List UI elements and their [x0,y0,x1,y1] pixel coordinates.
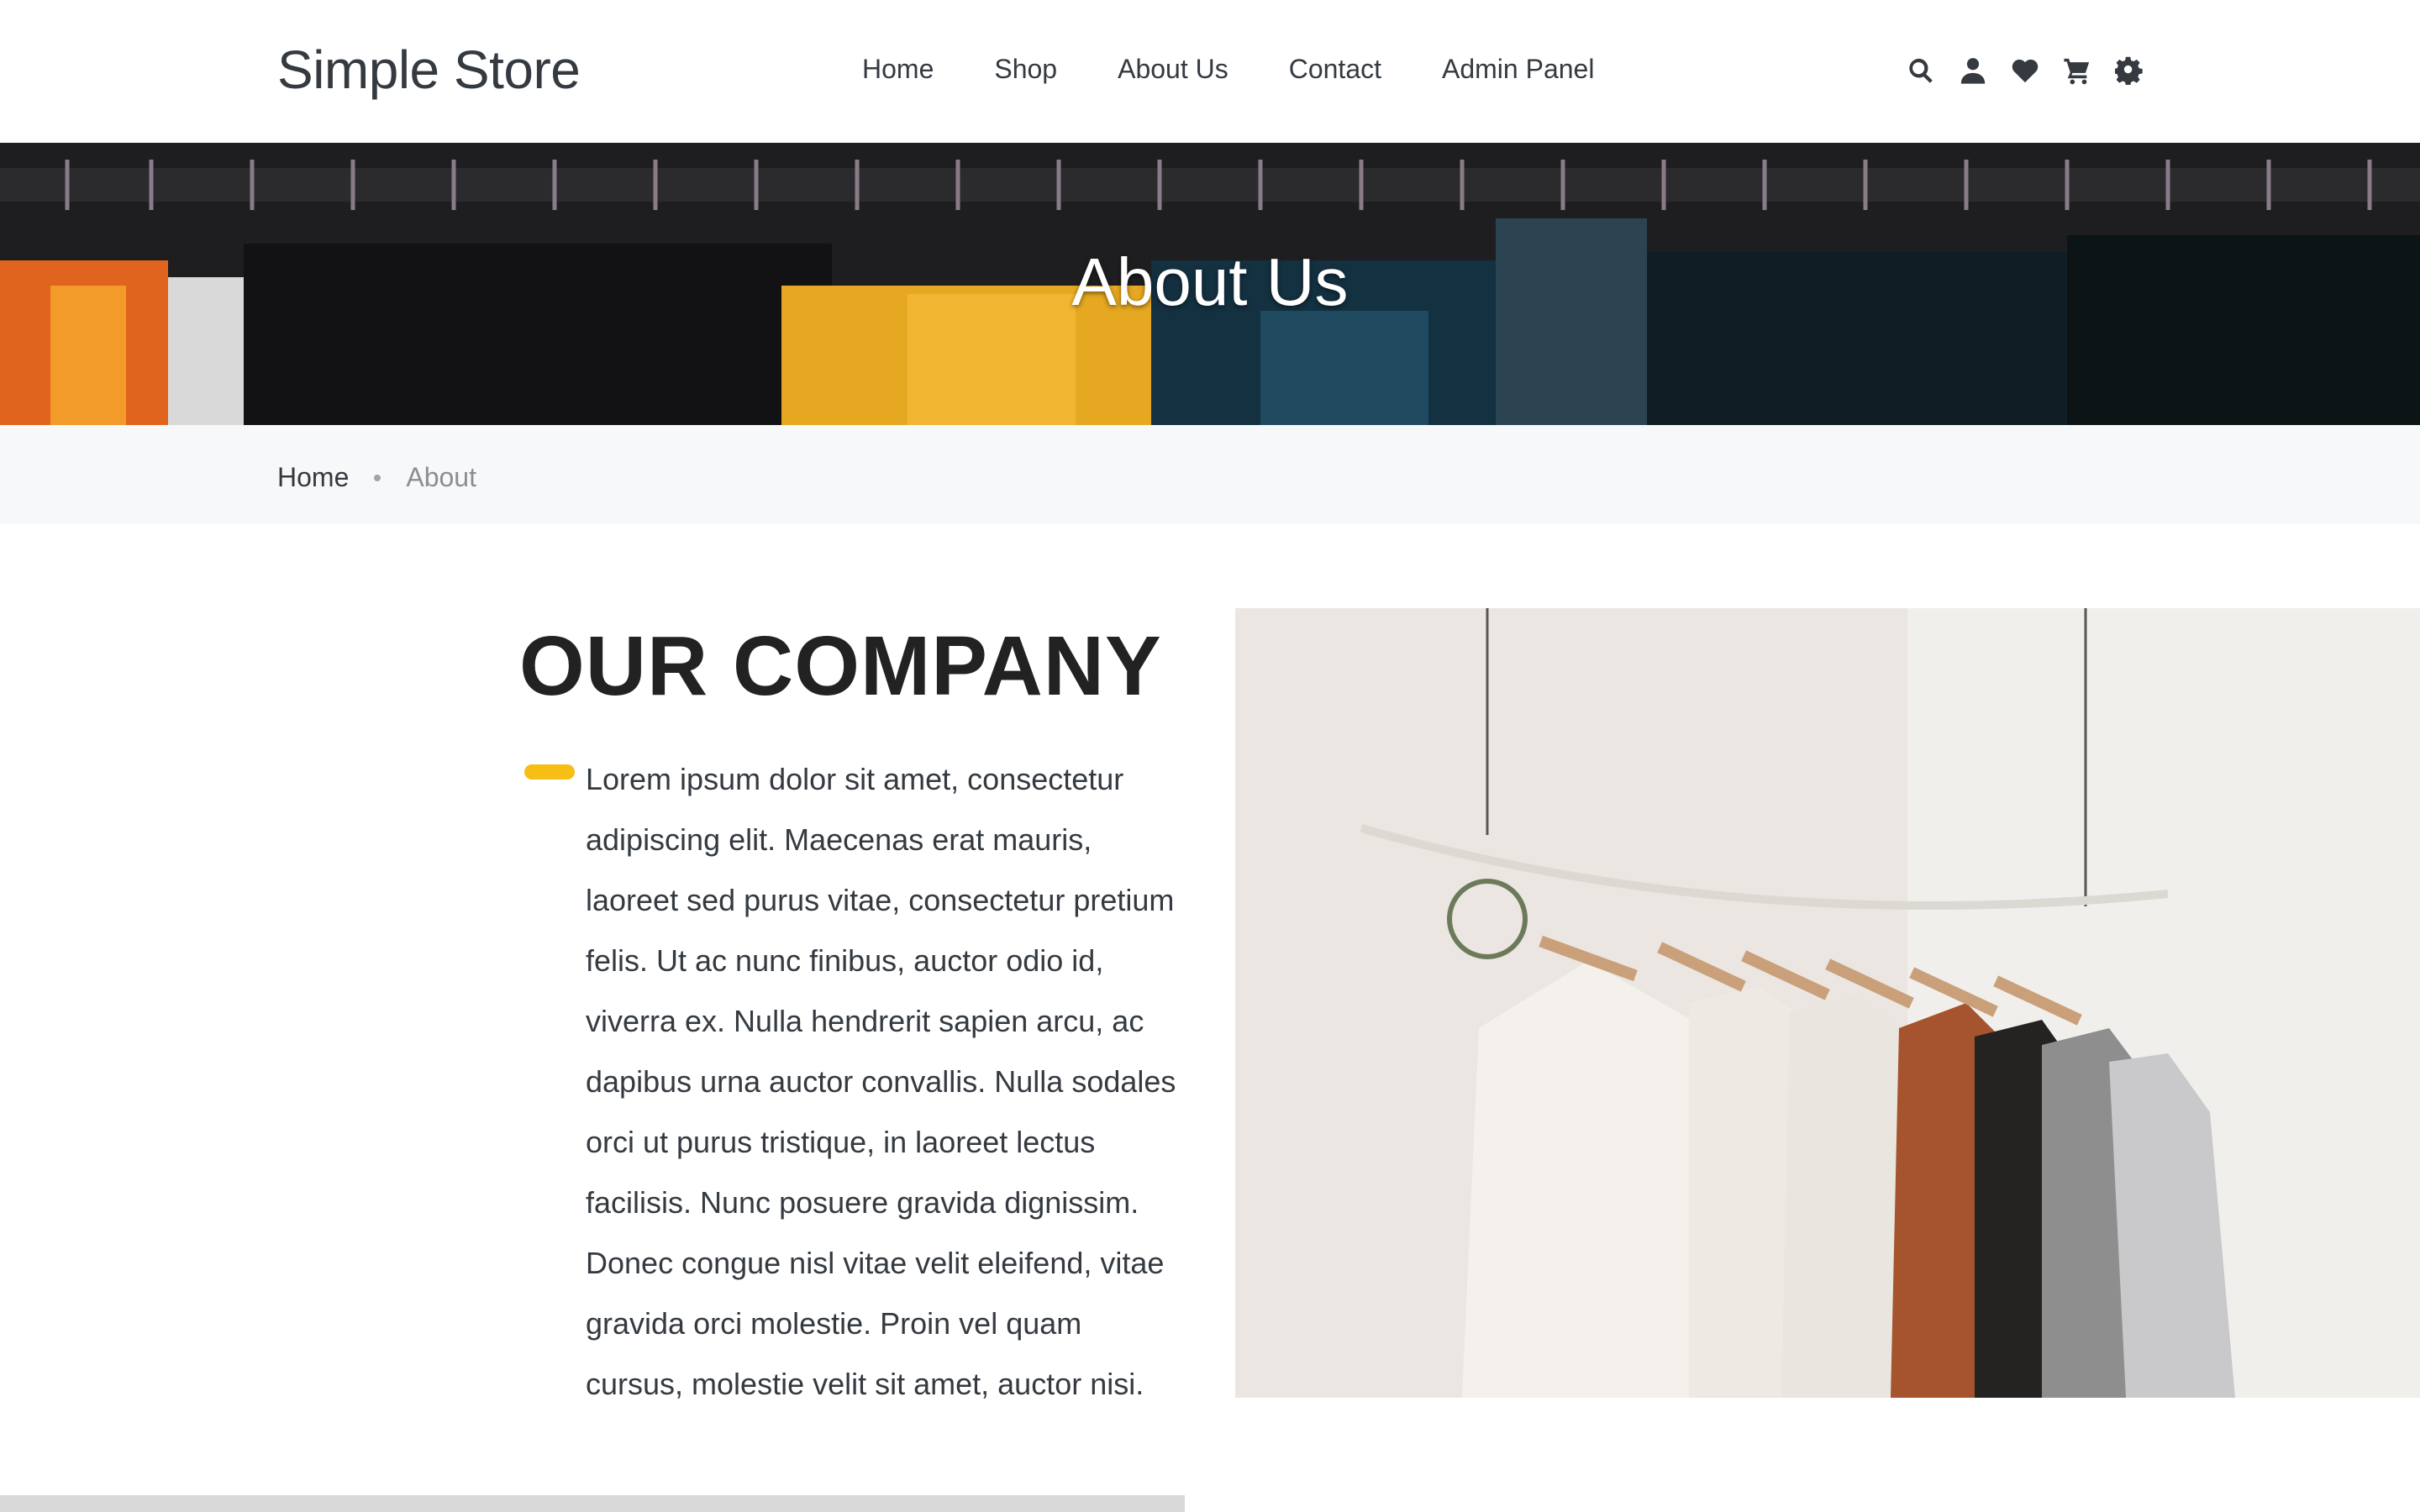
breadcrumb-home[interactable]: Home [277,462,349,493]
page-title: About Us [1071,244,1349,319]
search-icon[interactable] [1906,55,1936,86]
company-description: Lorem ipsum dolor sit amet, consectetur … [586,762,1176,1401]
cart-icon[interactable] [2062,55,2092,86]
clothes-hanger-photo [1235,608,2420,1398]
main-nav: Home Shop About Us Contact Admin Panel [862,54,1594,85]
nav-admin-panel[interactable]: Admin Panel [1442,54,1594,85]
accent-bar [524,764,575,780]
nav-about-us[interactable]: About Us [1118,54,1228,85]
nav-home[interactable]: Home [862,54,934,85]
gear-icon[interactable] [2114,55,2144,86]
company-heading: OUR COMPANY [519,619,1162,713]
nav-contact[interactable]: Contact [1289,54,1381,85]
user-icon[interactable] [1958,55,1988,86]
breadcrumb: Home About [0,425,2420,524]
header-icons [1906,55,2144,86]
site-header: Simple Store Home Shop About Us Contact … [0,0,2420,143]
next-section-image-edge [0,1495,1185,1512]
nav-shop[interactable]: Shop [994,54,1057,85]
hero-banner: About Us [0,143,2420,425]
brand-logo[interactable]: Simple Store [277,39,581,101]
heart-icon[interactable] [2010,55,2040,86]
breadcrumb-current: About [406,462,476,492]
breadcrumb-separator [374,474,381,481]
